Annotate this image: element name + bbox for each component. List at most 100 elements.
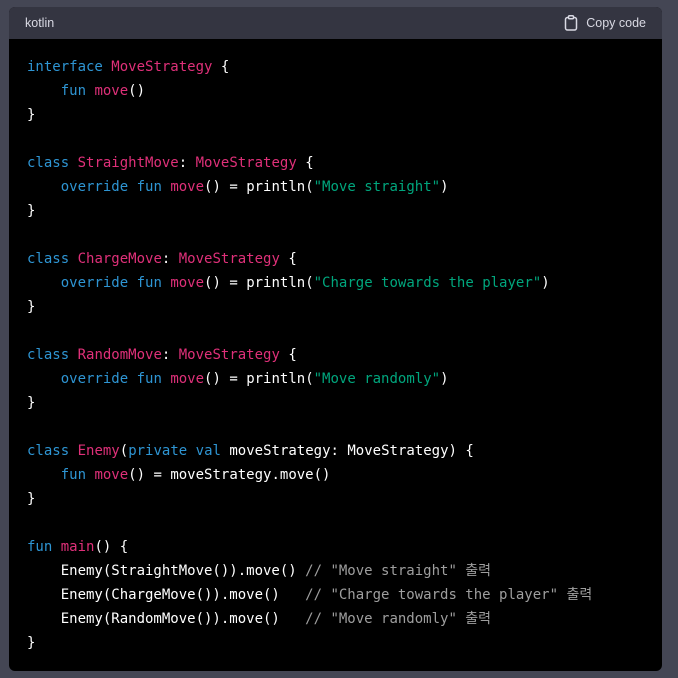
code-token: "Move straight": [313, 179, 441, 195]
code-token: RandomMove: [77, 347, 162, 363]
code-token: }: [27, 203, 36, 219]
code-block: kotlin Copy code interface MoveStrategy …: [9, 7, 662, 671]
code-token: MoveStrategy: [178, 347, 280, 363]
code-token: (: [119, 443, 129, 459]
code-token: ): [440, 371, 449, 387]
code-line: }: [27, 295, 644, 319]
code-token: Enemy: [77, 443, 120, 459]
code-token: private: [128, 443, 188, 459]
code-line: Enemy(RandomMove()).move() // "Move rand…: [27, 607, 644, 631]
code-token: fun: [136, 275, 162, 291]
copy-code-button[interactable]: Copy code: [564, 15, 646, 31]
code-token: {: [212, 59, 230, 75]
code-token: ): [440, 179, 449, 195]
code-token: override: [60, 179, 129, 195]
code-token: () = println(: [204, 275, 314, 291]
code-token: override: [60, 371, 129, 387]
code-line: interface MoveStrategy {: [27, 55, 644, 79]
code-token: fun: [60, 83, 87, 99]
code-token: Enemy(RandomMove()).move(): [27, 611, 306, 627]
copy-code-label: Copy code: [586, 16, 646, 30]
code-token: class: [27, 443, 70, 459]
code-token: move: [170, 371, 205, 387]
code-token: :: [161, 347, 179, 363]
code-token: fun: [27, 539, 53, 555]
code-token: class: [27, 251, 70, 267]
code-line: fun move(): [27, 79, 644, 103]
code-line: }: [27, 103, 644, 127]
code-token: "Charge towards the player": [313, 275, 542, 291]
code-line: class Enemy(private val moveStrategy: Mo…: [27, 439, 644, 463]
code-token: Enemy(ChargeMove()).move(): [27, 587, 306, 603]
code-token: fun: [136, 179, 162, 195]
code-token: fun: [136, 371, 162, 387]
code-token: main: [60, 539, 95, 555]
code-line: Enemy(StraightMove()).move() // "Move st…: [27, 559, 644, 583]
code-line: fun main() {: [27, 535, 644, 559]
code-token: // "Charge towards the player" 출력: [305, 587, 593, 603]
code-token: fun: [60, 467, 87, 483]
code-token: {: [296, 155, 314, 171]
code-token: () = println(: [204, 179, 314, 195]
code-line: class StraightMove: MoveStrategy {: [27, 151, 644, 175]
code-token: }: [27, 395, 36, 411]
code-line: }: [27, 199, 644, 223]
code-token: (): [128, 83, 146, 99]
clipboard-icon: [564, 15, 578, 31]
code-token: ChargeMove: [77, 251, 162, 267]
code-token: "Move randomly": [313, 371, 441, 387]
code-token: move: [94, 467, 129, 483]
code-token: move: [94, 83, 129, 99]
code-token: interface: [27, 59, 103, 75]
code-line: }: [27, 631, 644, 655]
code-token: // "Move straight" 출력: [305, 563, 492, 579]
code-token: override: [60, 275, 129, 291]
code-line: override fun move() = println("Move stra…: [27, 175, 644, 199]
code-line: Enemy(ChargeMove()).move() // "Charge to…: [27, 583, 644, 607]
code-token: Enemy(StraightMove()).move(): [27, 563, 306, 579]
code-token: }: [27, 491, 36, 507]
code-token: // "Move randomly" 출력: [305, 611, 492, 627]
code-line: fun move() = moveStrategy.move(): [27, 463, 644, 487]
code-token: }: [27, 299, 36, 315]
code-token: }: [27, 107, 36, 123]
code-token: () {: [94, 539, 129, 555]
code-token: MoveStrategy: [178, 251, 280, 267]
code-token: val: [195, 443, 221, 459]
code-token: move: [170, 179, 205, 195]
code-header: kotlin Copy code: [9, 7, 662, 39]
code-token: () = moveStrategy.move(): [128, 467, 331, 483]
code-line: class ChargeMove: MoveStrategy {: [27, 247, 644, 271]
code-line: override fun move() = println("Move rand…: [27, 367, 644, 391]
code-token: class: [27, 347, 70, 363]
code-token: :: [161, 251, 179, 267]
code-token: }: [27, 635, 36, 651]
code-token: MoveStrategy: [111, 59, 213, 75]
code-line: }: [27, 487, 644, 511]
code-line: override fun move() = println("Charge to…: [27, 271, 644, 295]
language-label: kotlin: [25, 16, 55, 30]
code-token: class: [27, 155, 70, 171]
code-token: {: [279, 347, 297, 363]
code-token: {: [279, 251, 297, 267]
code-token: :: [178, 155, 196, 171]
